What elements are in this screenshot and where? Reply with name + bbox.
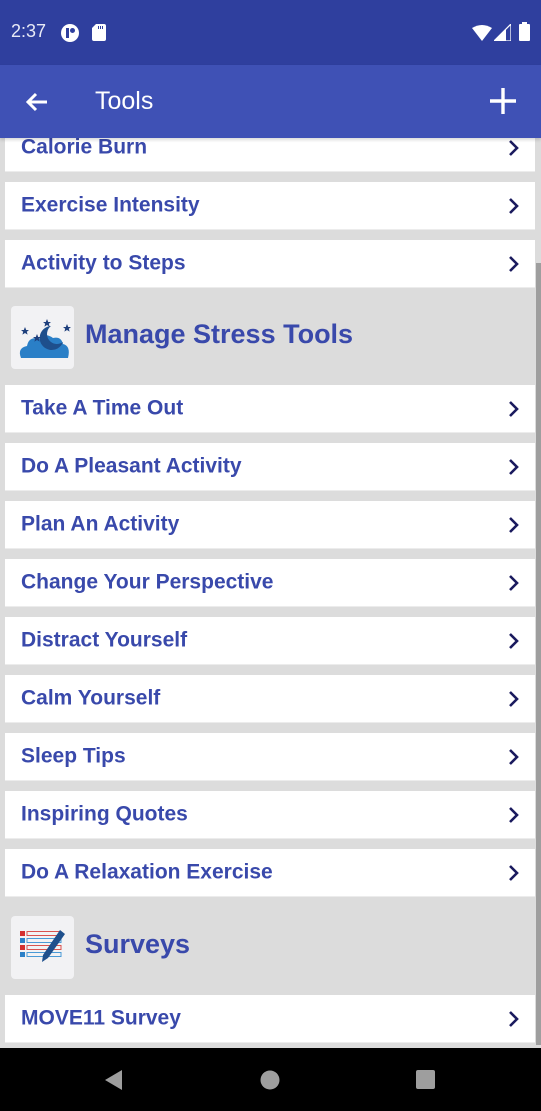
list-item-label: Do A Pleasant Activity (21, 454, 242, 478)
plus-icon (490, 88, 516, 114)
status-time: 2:37 (11, 21, 47, 41)
nav-recents-button[interactable] (414, 1067, 440, 1093)
list-item-label: Calorie Burn (21, 138, 148, 159)
cell-signal-icon (492, 22, 512, 46)
list-item-label: MOVE11 Survey (21, 1006, 181, 1030)
list-item-distract-yourself[interactable]: Distract Yourself (5, 617, 535, 665)
section-header-surveys: Surveys (0, 905, 535, 985)
list-item-label: Activity to Steps (21, 251, 186, 275)
arrow-left-icon (25, 92, 47, 112)
list-item-move11-survey[interactable]: MOVE11 Survey (5, 995, 535, 1043)
list-item-label: Calm Yourself (21, 686, 161, 710)
list-item-sleep-tips[interactable]: Sleep Tips (5, 733, 535, 781)
section-header-manage-stress: Manage Stress Tools (0, 295, 535, 375)
tools-list[interactable]: Calorie Burn Exercise Intensity Activity… (0, 138, 541, 1048)
chevron-right-icon (509, 864, 519, 881)
section-title: Surveys (85, 929, 191, 959)
list-item-label: Sleep Tips (21, 744, 126, 768)
list-item-inspiring-quotes[interactable]: Inspiring Quotes (5, 791, 535, 839)
chevron-right-icon (509, 400, 519, 417)
list-item-calorie-burn[interactable]: Calorie Burn (5, 138, 535, 172)
back-triangle-icon (105, 1070, 122, 1090)
chevron-right-icon (509, 806, 519, 823)
chevron-right-icon (509, 632, 519, 649)
chevron-right-icon (509, 690, 519, 707)
list-item-do-a-relaxation-exercise[interactable]: Do A Relaxation Exercise (5, 849, 535, 897)
nav-home-button[interactable] (258, 1067, 284, 1093)
chevron-right-icon (509, 748, 519, 765)
status-bar: 2:37 (0, 0, 541, 65)
scrollbar[interactable] (536, 263, 541, 1045)
add-button[interactable] (486, 84, 520, 118)
app-bar: Tools (0, 65, 541, 138)
page-title: Tools (95, 87, 154, 115)
list-item-label: Do A Relaxation Exercise (21, 860, 273, 884)
chevron-right-icon (509, 574, 519, 591)
nav-back-button[interactable] (102, 1067, 128, 1093)
list-item-label: Inspiring Quotes (21, 802, 188, 826)
chevron-right-icon (509, 197, 519, 214)
wifi-icon (472, 25, 492, 46)
home-circle-icon (260, 1070, 280, 1090)
back-button[interactable] (20, 85, 54, 119)
list-item-change-your-perspective[interactable]: Change Your Perspective (5, 559, 535, 607)
chevron-right-icon (509, 1010, 519, 1027)
system-nav-bar (0, 1048, 541, 1111)
list-item-activity-to-steps[interactable]: Activity to Steps (5, 240, 535, 288)
battery-icon (519, 22, 530, 46)
chevron-right-icon (509, 516, 519, 533)
chevron-right-icon (509, 139, 519, 156)
sd-card-icon (92, 24, 106, 46)
chevron-right-icon (509, 458, 519, 475)
notification-app-icon (60, 23, 80, 48)
survey-checklist-icon (11, 916, 74, 979)
section-title: Manage Stress Tools (85, 319, 354, 349)
list-item-exercise-intensity[interactable]: Exercise Intensity (5, 182, 535, 230)
night-cloud-moon-icon (11, 306, 74, 369)
list-item-plan-an-activity[interactable]: Plan An Activity (5, 501, 535, 549)
list-item-calm-yourself[interactable]: Calm Yourself (5, 675, 535, 723)
list-item-label: Exercise Intensity (21, 193, 200, 217)
list-item-do-a-pleasant-activity[interactable]: Do A Pleasant Activity (5, 443, 535, 491)
recents-square-icon (416, 1070, 435, 1089)
list-item-take-a-time-out[interactable]: Take A Time Out (5, 385, 535, 433)
chevron-right-icon (509, 255, 519, 272)
list-item-label: Change Your Perspective (21, 570, 274, 594)
list-item-label: Distract Yourself (21, 628, 188, 652)
list-item-label: Plan An Activity (21, 512, 180, 536)
list-item-label: Take A Time Out (21, 396, 184, 420)
